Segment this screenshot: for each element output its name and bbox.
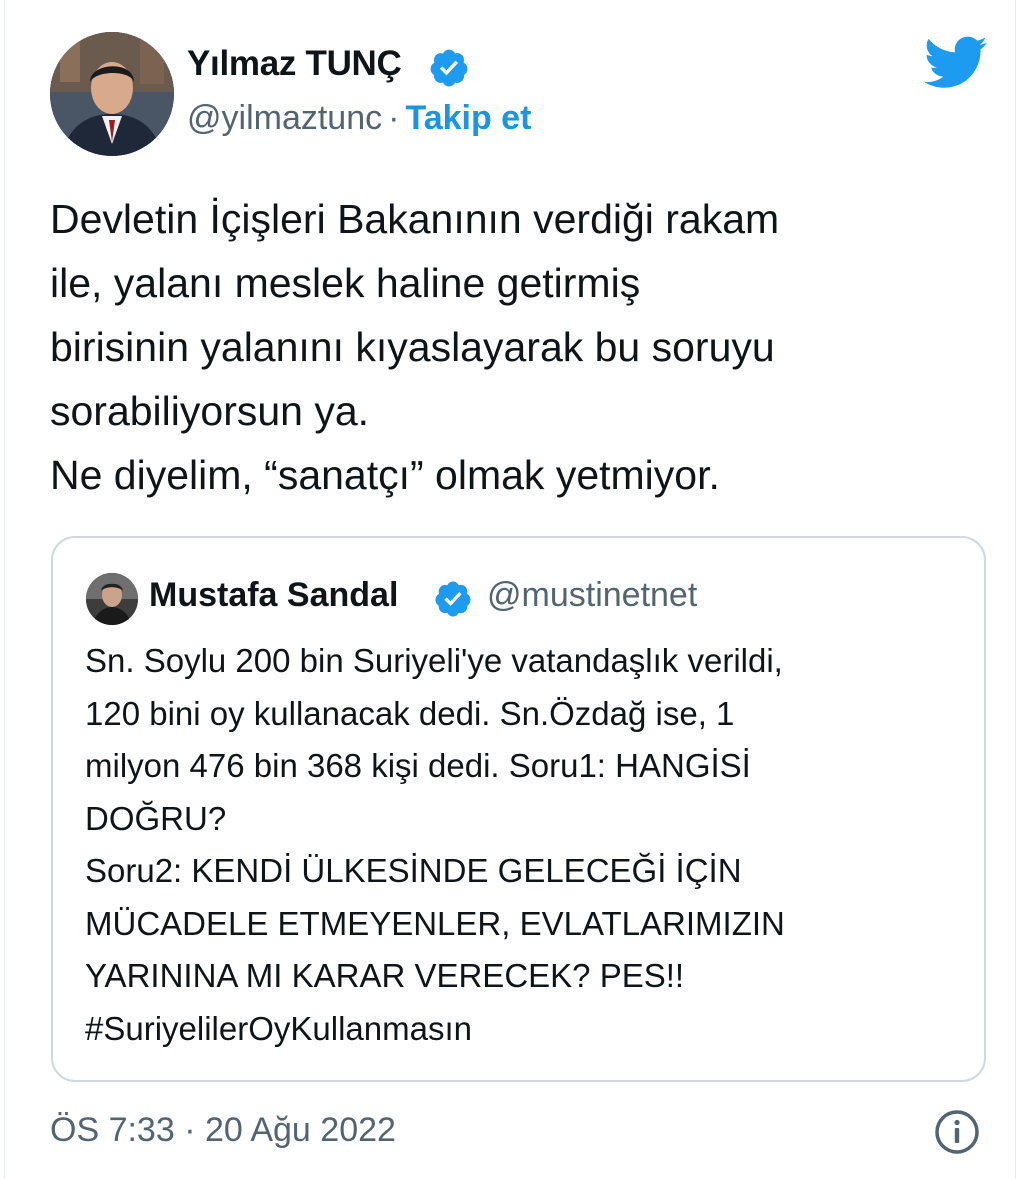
quoted-tweet-text: Sn. Soylu 200 bin Suriyeli'ye vatandaşlı… <box>85 635 965 1055</box>
follow-button[interactable]: Takip et <box>405 99 531 137</box>
verified-badge-icon <box>430 49 468 87</box>
quoted-line: 120 bini oy kullanacak dedi. Sn.Özdağ is… <box>85 694 735 732</box>
author-name[interactable]: Yılmaz TUNÇ <box>187 44 402 84</box>
card-left-edge <box>4 0 5 1179</box>
tweet-timestamp[interactable]: ÖS 7:33 · 20 Ağu 2022 <box>50 1111 396 1150</box>
quoted-line: Sn. Soylu 200 bin Suriyeli'ye vatandaşlı… <box>85 642 783 679</box>
tweet-line: Devletin İçişleri Bakanının verdiği raka… <box>50 196 780 242</box>
quoted-line: milyon 476 bin 368 kişi dedi. Soru1: HAN… <box>85 747 751 784</box>
tweet-line: Ne diyelim, “sanatçı” olmak yetmiyor. <box>50 452 720 498</box>
tweet-line: ile, yalanı meslek haline getirmiş <box>50 260 641 306</box>
quoted-author-name[interactable]: Mustafa Sandal <box>149 576 398 615</box>
quoted-line: YARININA MI KARAR VERECEK? PES!! <box>85 957 685 994</box>
author-avatar[interactable] <box>50 32 174 156</box>
tweet-line: sorabiliyorsun ya. <box>50 388 370 434</box>
card-right-edge <box>1015 0 1016 1179</box>
tweet-text: Devletin İçişleri Bakanının verdiği raka… <box>50 187 990 507</box>
twitter-bird-icon[interactable] <box>924 36 988 90</box>
quoted-author-avatar[interactable] <box>86 573 138 625</box>
verified-badge-icon <box>435 581 471 617</box>
quoted-tweet-card[interactable]: Mustafa Sandal @mustinetnet Sn. Soylu 20… <box>51 536 986 1082</box>
author-handle[interactable]: @yilmaztunc <box>187 99 382 137</box>
tweet-line: birisinin yalanını kıyaslayarak bu soruy… <box>50 324 775 370</box>
quoted-hashtag[interactable]: #SuriyelilerOyKullanmasın <box>85 1003 965 1056</box>
quoted-line: DOĞRU? <box>85 799 227 837</box>
author-handle-row: @yilmaztunc · Takip et <box>187 99 531 138</box>
info-icon[interactable] <box>934 1109 980 1155</box>
separator-dot: · <box>388 99 400 137</box>
quoted-line: MÜCADELE ETMEYENLER, EVLATLARIMIZIN <box>85 904 785 942</box>
quoted-line: Soru2: KENDİ ÜLKESİNDE GELECEĞİ İÇİN <box>85 852 742 889</box>
quoted-author-handle[interactable]: @mustinetnet <box>487 576 697 615</box>
